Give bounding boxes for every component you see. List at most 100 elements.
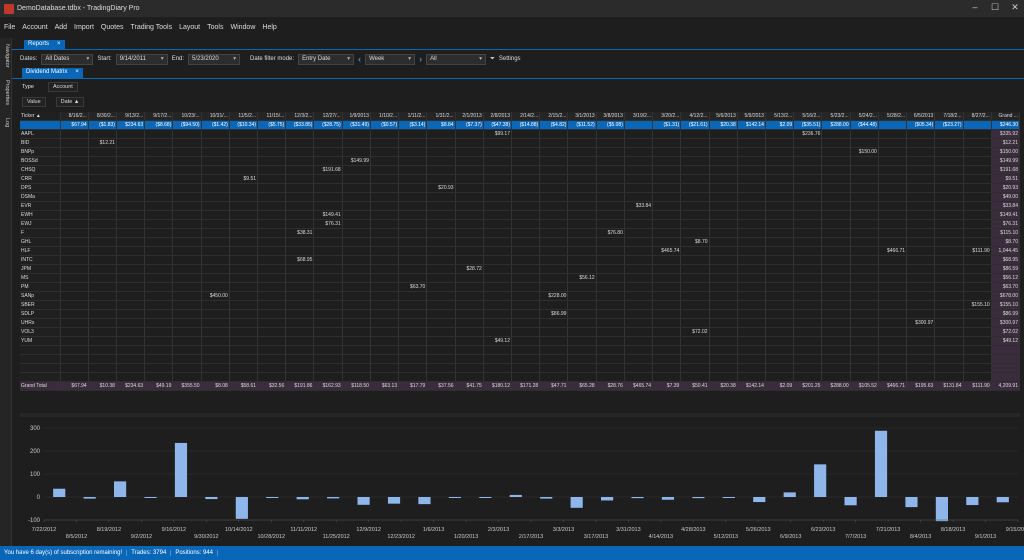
funnel-icon[interactable]: ⏷ — [490, 56, 495, 63]
date-column-header[interactable]: 1/31/2... — [426, 112, 456, 122]
side-tab-navigator[interactable]: Navigator — [2, 44, 10, 68]
settings-button[interactable]: Settings — [499, 56, 521, 62]
table-row[interactable]: EWJ $76.31 $76.31 — [20, 219, 1020, 230]
side-tab-properties[interactable]: Properties — [2, 80, 10, 105]
menu-help[interactable]: Help — [262, 24, 276, 31]
date-column-header[interactable]: 2/14/2... — [511, 112, 541, 122]
date-column-header[interactable]: 1/10/2... — [370, 112, 400, 122]
date-column-header[interactable]: 2/15/2... — [539, 112, 569, 122]
table-row[interactable]: INTC $68.95 $68.95 — [20, 255, 1020, 266]
table-row[interactable] — [20, 345, 1020, 356]
tab-dividend-matrix[interactable]: Dividend Matrix × — [22, 68, 83, 78]
chevron-left-icon[interactable]: ‹ — [358, 54, 361, 64]
date-column-header[interactable]: 5/28/2... — [878, 112, 908, 122]
table-row[interactable]: MS $56.12 $56.12 — [20, 273, 1020, 284]
close-tab-icon[interactable]: × — [57, 41, 61, 49]
side-tab-log[interactable]: Log — [2, 118, 10, 127]
ticker-column-header[interactable]: Ticker ▲ — [20, 112, 61, 122]
date-column-header[interactable]: 6/5/2013 — [906, 112, 936, 122]
date-column-header[interactable]: 3/1/2013 — [567, 112, 597, 122]
date-column-header[interactable]: 3/20/2... — [652, 112, 682, 122]
date-column-header[interactable]: 9/13/2... — [116, 112, 146, 122]
menu-tools[interactable]: Tools — [207, 24, 223, 31]
table-row[interactable]: GHL $8.70 $8.70 — [20, 237, 1020, 248]
menu-add[interactable]: Add — [55, 24, 67, 31]
table-row[interactable]: BOSSd $149.99 $149.99 — [20, 156, 1020, 167]
table-row[interactable]: CHSQ $191.68 $191.68 — [20, 165, 1020, 176]
close-icon[interactable]: ✕ — [1010, 2, 1020, 13]
table-row[interactable]: DSMa $49.00 — [20, 192, 1020, 203]
date-column-header[interactable]: 11/5/2... — [229, 112, 259, 122]
dates-select[interactable]: All Dates ▼ — [41, 53, 94, 65]
table-row[interactable]: SDLP $86.99 $86.99 — [20, 309, 1020, 320]
table-row[interactable]: EWH $149.41 $149.41 — [20, 210, 1020, 221]
maximize-icon[interactable]: ☐ — [990, 2, 1000, 13]
table-row[interactable]: UHRs $300.97 $300.97 — [20, 318, 1020, 329]
close-tab-icon[interactable]: × — [75, 69, 79, 77]
date-column-header[interactable]: 12/27/... — [313, 112, 343, 122]
date-column-header[interactable]: 5/16/2... — [793, 112, 823, 122]
date-column-header[interactable]: 3/19/2... — [624, 112, 654, 122]
table-row[interactable]: PM $63.70 $63.70 — [20, 282, 1020, 293]
chevron-right-icon[interactable]: › — [419, 54, 422, 64]
tab-reports[interactable]: Reports × — [24, 40, 65, 50]
table-row[interactable]: AAPL $99.17 $236.76 $335.92 — [20, 129, 1020, 140]
period-select[interactable]: Week ▼ — [365, 53, 416, 65]
grand-total-row[interactable]: Grand Total $67.94 $10.38 $234.63 $49.19 $355… — [20, 381, 1020, 391]
table-row[interactable] — [20, 354, 1020, 365]
date-column-header[interactable]: 5/9/2013 — [737, 112, 766, 122]
table-row[interactable]: VOL3 $72.02 $72.02 — [20, 327, 1020, 338]
table-row[interactable]: YUM $49.12 $49.12 — [20, 336, 1020, 347]
table-row[interactable]: BID $12.21 $12.21 — [20, 138, 1020, 149]
table-row[interactable]: EVR $33.84 $33.84 — [20, 201, 1020, 212]
filter-mode-select[interactable]: Entry Date ▼ — [298, 53, 355, 65]
table-row[interactable]: HLF $465.74 $466.71 $111.90 1,044.45 — [20, 246, 1020, 257]
scope-select[interactable]: All ▼ — [426, 53, 487, 65]
table-row[interactable]: BNPp $150.00 $150.00 — [20, 147, 1020, 158]
date-column-header[interactable]: Grand ... — [991, 112, 1020, 122]
date-column-header[interactable]: 7/18/2... — [934, 112, 964, 122]
menu-import[interactable]: Import — [74, 24, 94, 31]
date-column-header[interactable]: 2/8/2013 — [483, 112, 513, 122]
end-date-input[interactable]: 5/23/2020 ▼ — [188, 53, 241, 65]
menu-trading-tools[interactable]: Trading Tools — [130, 24, 172, 31]
minimize-icon[interactable]: – — [970, 2, 980, 13]
date-column-header[interactable]: 5/23/2... — [821, 112, 851, 122]
menu-account[interactable]: Account — [22, 24, 47, 31]
date-column-header[interactable]: 5/6/2013 — [709, 112, 738, 122]
menu-quotes[interactable]: Quotes — [101, 24, 124, 31]
account-field[interactable]: Account — [47, 82, 78, 92]
table-row[interactable]: CRR $9.51 $9.51 — [20, 174, 1020, 185]
date-column-header[interactable]: 12/3/2... — [285, 112, 315, 122]
table-row[interactable]: SANp $450.00 $228.00 $678.00 — [20, 291, 1020, 302]
table-row[interactable]: JPM $28.72 $86.59 — [20, 264, 1020, 275]
menu-layout[interactable]: Layout — [179, 24, 200, 31]
date-column-header[interactable]: 3/8/2013 — [596, 112, 625, 122]
table-row[interactable]: SBER $155.10 $155.10 — [20, 300, 1020, 311]
date-column-header[interactable]: 8/30/2... — [88, 112, 117, 122]
start-date-input[interactable]: 9/14/2011 ▼ — [115, 53, 168, 65]
date-column-header[interactable]: 1/11/2... — [398, 112, 428, 122]
menu-window[interactable]: Window — [230, 24, 255, 31]
date-column-header[interactable]: 4/12/2... — [680, 112, 710, 122]
date-field[interactable]: Date ▲ — [55, 97, 85, 107]
selected-row[interactable]: $67.94 ($1.83) $234.63 ($8.68) ($94.50) ($1.4… — [20, 120, 1020, 131]
table-row[interactable] — [20, 372, 1020, 382]
table-row[interactable] — [20, 363, 1020, 374]
date-column-header[interactable]: 2/1/2013 — [455, 112, 484, 122]
date-column-header[interactable]: 8/27/2... — [963, 112, 992, 122]
date-column-header[interactable]: 11/15/... — [257, 112, 287, 122]
type-field[interactable]: Type — [22, 84, 34, 90]
date-column-header[interactable]: 8/16/2... — [60, 112, 89, 122]
table-row[interactable]: F $38.31 $76.80 $115.10 — [20, 228, 1020, 239]
splitter-handle[interactable] — [20, 413, 1020, 417]
date-column-header[interactable]: 9/17/2... — [144, 112, 174, 122]
table-row[interactable]: DPS $20.93 $20.93 — [20, 183, 1020, 194]
value-field[interactable]: Value — [22, 97, 46, 107]
date-column-header[interactable]: 5/24/2... — [850, 112, 879, 122]
date-column-header[interactable]: 1/9/2013 — [342, 112, 371, 122]
date-column-header[interactable]: 5/13/2... — [765, 112, 795, 122]
menu-file[interactable]: File — [4, 24, 15, 31]
date-column-header[interactable]: 10/31/... — [201, 112, 230, 122]
date-column-header[interactable]: 10/23/... — [172, 112, 202, 122]
